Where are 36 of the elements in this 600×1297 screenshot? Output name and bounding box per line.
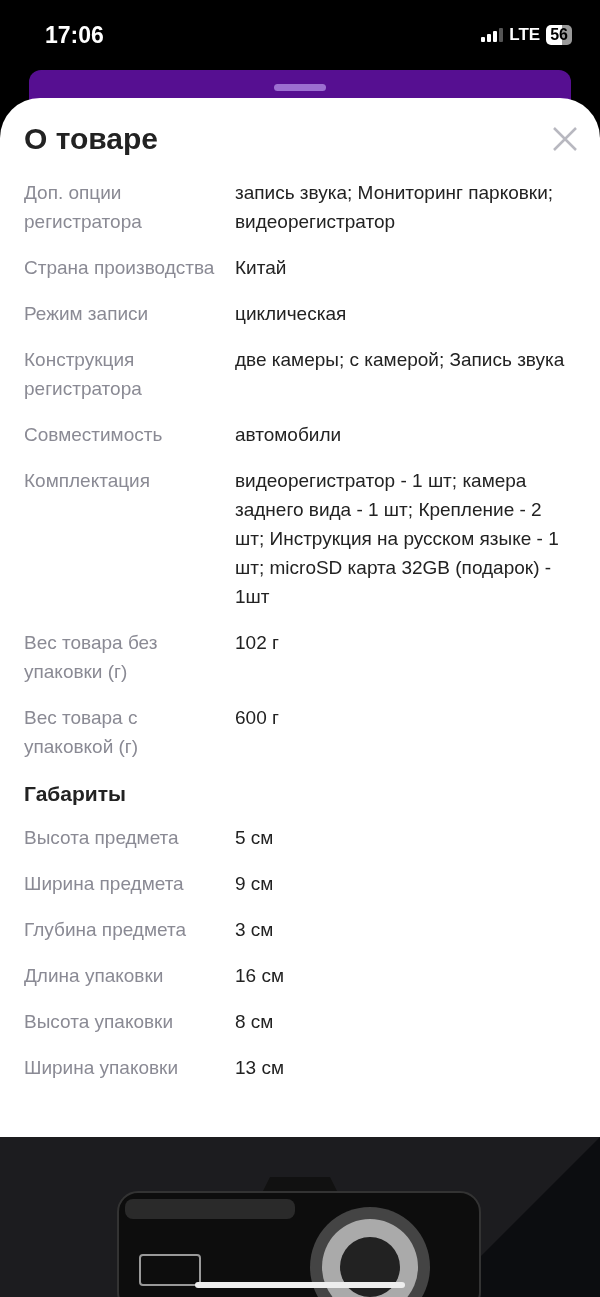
spec-label: Совместимость xyxy=(24,423,164,447)
spec-value: 13 см xyxy=(235,1056,285,1080)
spec-value: 16 см xyxy=(235,964,285,988)
spec-value: Китай xyxy=(235,256,288,280)
spec-value: запись звука; Мониторинг парковки; видеорегистратор xyxy=(235,181,555,234)
spec-label: Ширина предмета xyxy=(24,872,185,896)
spec-value: автомобили xyxy=(235,423,343,447)
spec-label: Доп. опции регистратора xyxy=(24,181,143,234)
spec-value: 3 см xyxy=(235,918,275,942)
spec-value: видеорегистратор - 1 шт; камера заднего вида - 1 шт; Крепление - 2 шт; Инструкция на русском языке - 1 шт; microSD карта 32GB (подарок) - 1шт xyxy=(235,469,560,609)
spec-label: Высота предмета xyxy=(24,826,180,850)
section-heading: Габариты xyxy=(24,782,127,806)
spec-label: Длина упаковки xyxy=(24,964,165,988)
spec-value: циклическая xyxy=(235,302,348,326)
spec-label: Комплектация xyxy=(24,469,151,493)
spec-label: Конструкция регистратора xyxy=(24,348,143,401)
drag-handle[interactable] xyxy=(274,84,326,91)
spec-value: 5 см xyxy=(235,826,275,850)
spec-label: Ширина упаковки xyxy=(24,1056,179,1080)
spec-label: Режим записи xyxy=(24,302,150,326)
network-type: LTE xyxy=(509,25,541,45)
status-time: 17:06 xyxy=(45,21,104,49)
spec-value: две камеры; с камерой; Запись звука xyxy=(235,348,566,372)
spec-label: Страна производства xyxy=(24,256,216,280)
spec-label: Высота упаковки xyxy=(24,1010,174,1034)
spec-value: 600 г xyxy=(235,706,280,730)
spec-value: 102 г xyxy=(235,631,280,655)
sheet-title: О товаре xyxy=(24,122,159,156)
close-button[interactable] xyxy=(552,126,578,152)
signal-icon xyxy=(481,28,504,42)
spec-value: 9 см xyxy=(235,872,275,896)
spec-label: Вес товара с упаковкой (г) xyxy=(24,706,140,759)
spec-label: Глубина предмета xyxy=(24,918,187,942)
battery-level: 56 xyxy=(546,25,572,45)
spec-value: 8 см xyxy=(235,1010,275,1034)
spec-label: Вес товара без упаковки (г) xyxy=(24,631,159,684)
